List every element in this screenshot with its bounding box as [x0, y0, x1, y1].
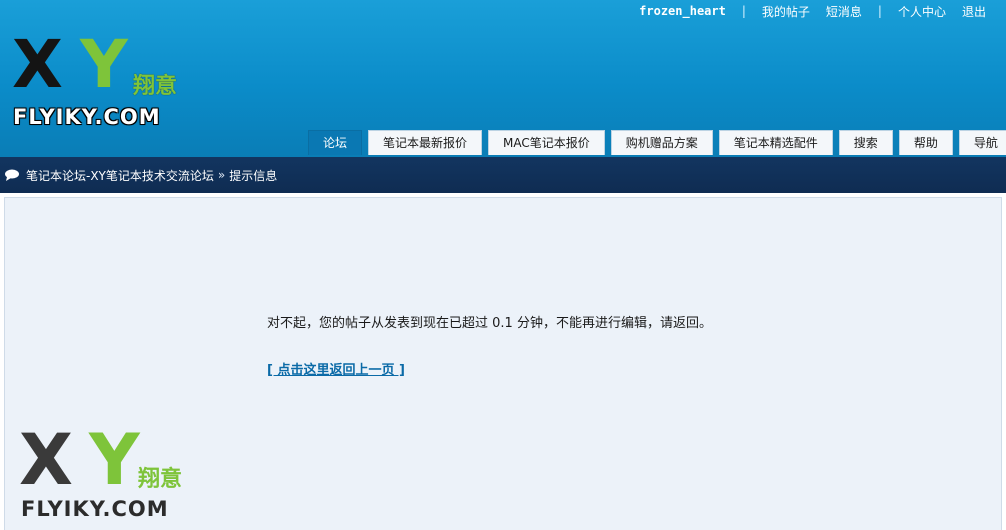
separator: |	[741, 4, 746, 18]
breadcrumb: 笔记本论坛-XY笔记本技术交流论坛 » 提示信息	[0, 157, 1006, 193]
site-logo[interactable]: X Y 翔意 FLYIKY.COM	[10, 30, 185, 130]
back-link[interactable]: [ 点击这里返回上一页 ]	[267, 359, 405, 378]
logo-y-letter: Y	[89, 419, 140, 501]
breadcrumb-arrow: »	[217, 168, 226, 182]
notice-message: 对不起，您的帖子从发表到现在已超过 0.1 分钟，不能再进行编辑，请返回。	[267, 316, 712, 331]
logo-domain: FLYIKY.COM	[21, 497, 169, 521]
logout-link[interactable]: 退出	[962, 3, 986, 20]
top-links: frozen_heart | 我的帖子 短消息 | 个人中心 退出	[631, 3, 994, 19]
tab-accessories[interactable]: 笔记本精选配件	[718, 130, 833, 155]
tab-help[interactable]: 帮助	[898, 130, 953, 155]
logo-x-letter: X	[12, 26, 63, 103]
separator: |	[877, 4, 882, 18]
breadcrumb-forum-link[interactable]: 笔记本论坛-XY笔记本技术交流论坛	[26, 167, 214, 184]
tab-forum[interactable]: 论坛	[308, 130, 363, 155]
tab-gift-plans[interactable]: 购机赠品方案	[610, 130, 713, 155]
tab-mac-prices[interactable]: MAC笔记本报价	[488, 130, 605, 155]
logo-x-letter: X	[19, 419, 73, 501]
message-panel: 对不起，您的帖子从发表到现在已超过 0.1 分钟，不能再进行编辑，请返回。 [ …	[4, 197, 1002, 530]
footer-logo: X Y 翔意 FLYIKY.COM	[17, 425, 197, 525]
tab-latest-prices[interactable]: 笔记本最新报价	[368, 130, 483, 155]
username-link[interactable]: frozen_heart	[639, 4, 726, 18]
logo-y-letter: Y	[80, 26, 128, 103]
logo-chinese-name: 翔意	[138, 467, 183, 492]
site-header: frozen_heart | 我的帖子 短消息 | 个人中心 退出 X Y 翔意…	[0, 0, 1006, 157]
main-nav: 论坛 笔记本最新报价 MAC笔记本报价 购机赠品方案 笔记本精选配件 搜索 帮助…	[308, 130, 1006, 156]
logo-chinese-name: 翔意	[133, 74, 178, 99]
profile-center-link[interactable]: 个人中心	[898, 3, 946, 20]
logo-domain: FLYIKY.COM	[13, 105, 161, 129]
breadcrumb-current: 提示信息	[229, 168, 278, 183]
my-posts-link[interactable]: 我的帖子	[762, 3, 810, 20]
messages-link[interactable]: 短消息	[826, 3, 862, 20]
tab-search[interactable]: 搜索	[838, 130, 893, 155]
tab-navigation[interactable]: 导航	[958, 130, 1006, 155]
speech-bubble-icon	[5, 169, 19, 181]
